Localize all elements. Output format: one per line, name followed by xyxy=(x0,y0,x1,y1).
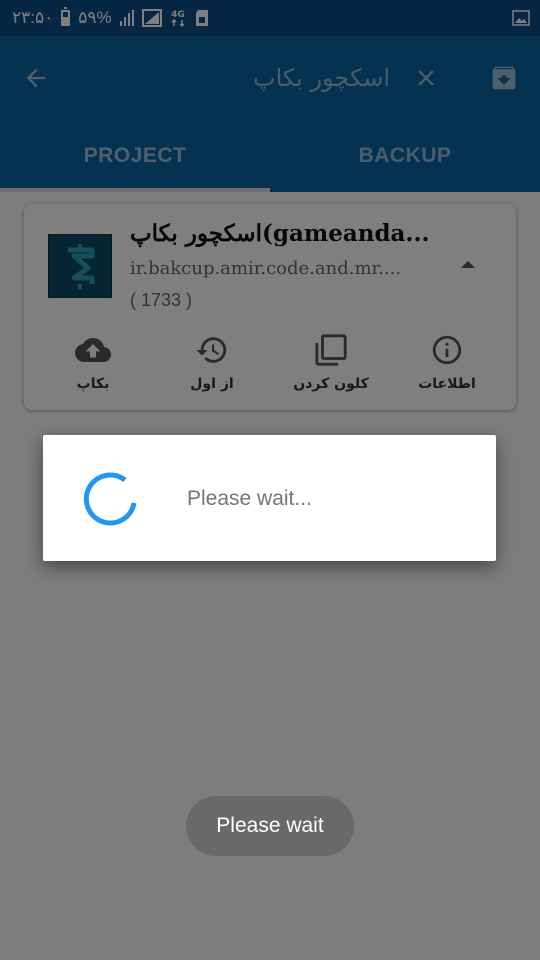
dialog-message: Please wait... xyxy=(187,487,312,510)
progress-dialog: Please wait... xyxy=(43,435,496,561)
toast-message: Please wait xyxy=(186,796,354,856)
loading-spinner-icon xyxy=(83,472,137,526)
